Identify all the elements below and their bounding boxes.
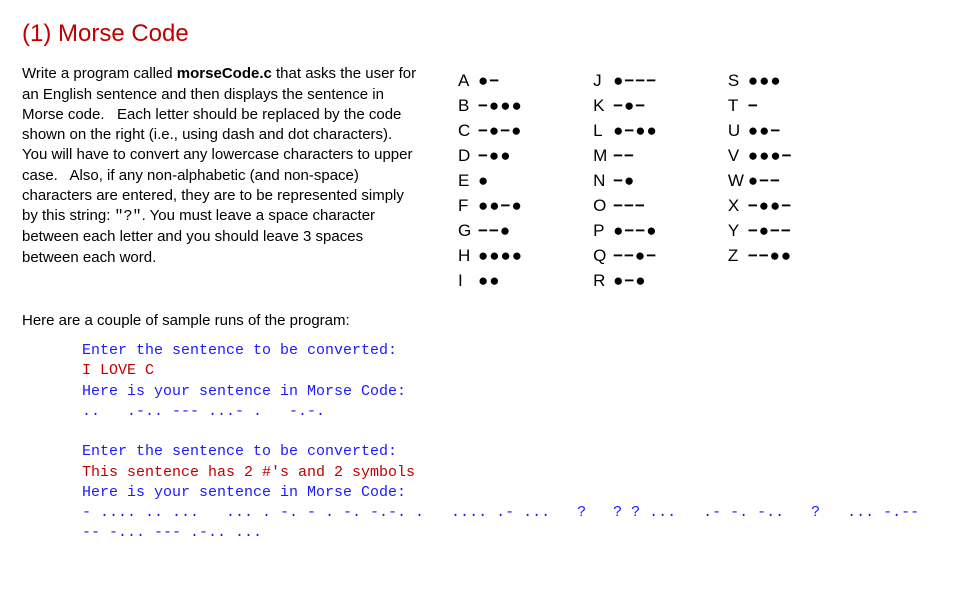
morse-letter: Z: [728, 245, 744, 268]
morse-chart-column-1: J●−−−K−●−L●−●●M−−N−●O−−−P●−−●Q−−●−R●−●: [593, 70, 658, 292]
morse-letter: I: [458, 270, 474, 293]
morse-letter: G: [458, 220, 474, 243]
terminal-line-3: .. .-.. --- ...- . -.-.: [82, 402, 922, 422]
morse-letter: O: [593, 195, 609, 218]
morse-entry-A: A●−: [458, 70, 523, 93]
morse-code: −−−: [613, 195, 646, 218]
morse-entry-F: F●●−●: [458, 195, 523, 218]
morse-code-chart: A●−B−●●●C−●−●D−●●E●F●●−●G−−●H●●●●I●●J●−−…: [458, 64, 793, 292]
morse-entry-R: R●−●: [593, 270, 658, 293]
morse-code: −●●−: [748, 195, 792, 218]
morse-code: −●−−: [748, 220, 792, 243]
morse-entry-G: G−−●: [458, 220, 523, 243]
morse-letter: R: [593, 270, 609, 293]
morse-letter: S: [728, 70, 744, 93]
morse-entry-Q: Q−−●−: [593, 245, 658, 268]
morse-entry-Y: Y−●−−: [728, 220, 793, 243]
morse-code: −: [748, 95, 759, 118]
morse-entry-B: B−●●●: [458, 95, 523, 118]
morse-code: −−: [613, 145, 635, 168]
sample-runs-heading: Here are a couple of sample runs of the …: [22, 311, 940, 331]
morse-code: ●●−: [748, 120, 781, 143]
morse-letter: T: [728, 95, 744, 118]
terminal-line-4: [82, 422, 922, 442]
morse-code: ●−−●: [613, 220, 657, 243]
terminal-line-5: Enter the sentence to be converted:: [82, 442, 922, 462]
morse-letter: M: [593, 145, 609, 168]
sample-terminal-output: Enter the sentence to be converted:I LOV…: [82, 341, 922, 544]
morse-entry-L: L●−●●: [593, 120, 658, 143]
morse-code: −●●●: [478, 95, 523, 118]
morse-code: −−●: [478, 220, 511, 243]
morse-entry-M: M−−: [593, 145, 658, 168]
morse-letter: E: [458, 170, 474, 193]
morse-chart-column-2: S●●●T−U●●−V●●●−W●−−X−●●−Y−●−−Z−−●●: [728, 70, 793, 292]
morse-code: −−●−: [613, 245, 657, 268]
morse-code: −●−: [613, 95, 646, 118]
morse-letter: Y: [728, 220, 744, 243]
morse-entry-V: V●●●−: [728, 145, 793, 168]
morse-code: −−●●: [748, 245, 792, 268]
morse-code: −●●: [478, 145, 511, 168]
morse-entry-O: O−−−: [593, 195, 658, 218]
morse-entry-I: I●●: [458, 270, 523, 293]
morse-letter: H: [458, 245, 474, 268]
morse-entry-J: J●−−−: [593, 70, 658, 93]
morse-letter: A: [458, 70, 474, 93]
morse-letter: X: [728, 195, 744, 218]
morse-letter: J: [593, 70, 609, 93]
morse-code: ●−●: [613, 270, 646, 293]
terminal-line-6: This sentence has 2 #'s and 2 symbols: [82, 463, 922, 483]
morse-letter: K: [593, 95, 609, 118]
morse-entry-K: K−●−: [593, 95, 658, 118]
content-row: Write a program called morseCode.c that …: [22, 64, 940, 292]
morse-entry-N: N−●: [593, 170, 658, 193]
morse-letter: C: [458, 120, 474, 143]
terminal-line-7: Here is your sentence in Morse Code:: [82, 483, 922, 503]
morse-code: ●−: [478, 70, 500, 93]
terminal-line-0: Enter the sentence to be converted:: [82, 341, 922, 361]
morse-code: ●●: [478, 270, 501, 293]
morse-entry-E: E●: [458, 170, 523, 193]
morse-entry-C: C−●−●: [458, 120, 523, 143]
morse-code: ●●●●: [478, 245, 523, 268]
morse-letter: W: [728, 170, 744, 193]
morse-code: ●−−−: [613, 70, 657, 93]
morse-code: ●−●●: [613, 120, 658, 143]
morse-letter: L: [593, 120, 609, 143]
morse-letter: B: [458, 95, 474, 118]
morse-letter: F: [458, 195, 474, 218]
morse-entry-H: H●●●●: [458, 245, 523, 268]
instructions-paragraph: Write a program called morseCode.c that …: [22, 64, 418, 268]
morse-entry-Z: Z−−●●: [728, 245, 793, 268]
morse-code: −●: [613, 170, 635, 193]
morse-entry-W: W●−−: [728, 170, 793, 193]
morse-entry-X: X−●●−: [728, 195, 793, 218]
morse-code: −●−●: [478, 120, 522, 143]
morse-entry-T: T−: [728, 95, 793, 118]
morse-entry-U: U●●−: [728, 120, 793, 143]
terminal-line-8: - .... .. ... ... . -. - . -. -.-. . ...…: [82, 503, 922, 544]
morse-letter: V: [728, 145, 744, 168]
morse-letter: P: [593, 220, 609, 243]
morse-code: ●●●−: [748, 145, 793, 168]
morse-letter: D: [458, 145, 474, 168]
morse-entry-P: P●−−●: [593, 220, 658, 243]
exercise-title: (1) Morse Code: [22, 18, 940, 50]
morse-letter: U: [728, 120, 744, 143]
morse-code: ●: [478, 170, 489, 193]
morse-code: ●●●: [748, 70, 782, 93]
terminal-line-1: I LOVE C: [82, 361, 922, 381]
morse-code: ●−−: [748, 170, 781, 193]
morse-letter: N: [593, 170, 609, 193]
morse-code: ●●−●: [478, 195, 523, 218]
morse-chart-column-0: A●−B−●●●C−●−●D−●●E●F●●−●G−−●H●●●●I●●: [458, 70, 523, 292]
morse-entry-D: D−●●: [458, 145, 523, 168]
morse-entry-S: S●●●: [728, 70, 793, 93]
morse-letter: Q: [593, 245, 609, 268]
terminal-line-2: Here is your sentence in Morse Code:: [82, 382, 922, 402]
